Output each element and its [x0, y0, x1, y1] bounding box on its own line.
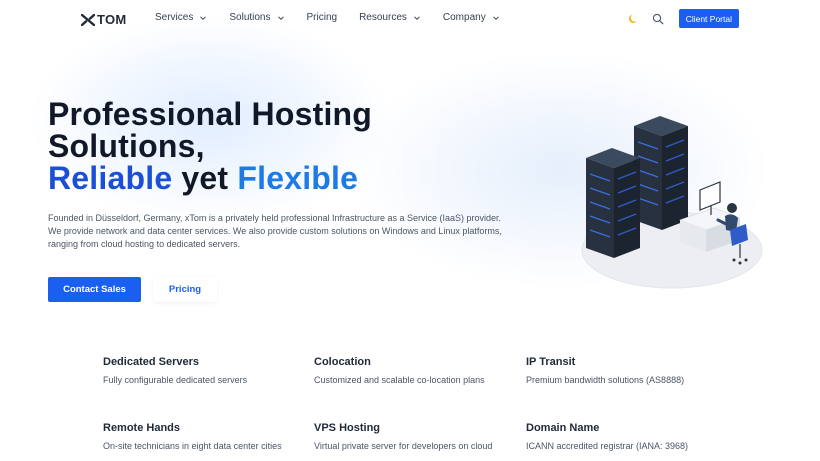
nav-solutions-label: Solutions	[229, 12, 271, 23]
service-description: Customized and scalable co-location plan…	[314, 375, 485, 385]
service-description: Virtual private server for developers on…	[314, 441, 493, 451]
search-icon	[652, 13, 664, 24]
chevron-down-icon	[492, 15, 499, 20]
service-title: VPS Hosting	[314, 422, 381, 434]
hero-title-flexible: Flexible	[237, 160, 359, 196]
nav-pricing[interactable]: Pricing	[307, 12, 338, 23]
chevron-down-icon	[277, 15, 284, 20]
service-remote-hands[interactable]: Remote Hands On-site technicians in eigh…	[103, 422, 282, 451]
chevron-down-icon	[414, 15, 420, 20]
service-title: Dedicated Servers	[103, 356, 199, 368]
nav-pricing-label: Pricing	[306, 12, 338, 23]
nav-resources-label: Resources	[359, 12, 407, 23]
moon-icon	[628, 14, 637, 23]
service-description: Fully configurable dedicated servers	[103, 375, 248, 385]
hero-title-line2: Solutions,	[48, 128, 205, 164]
top-navigation: TOM Services Solutions Pricing Resources…	[0, 0, 820, 38]
pricing-button[interactable]: Pricing	[153, 277, 217, 302]
hero-title: Professional Hosting Solutions, Reliable…	[48, 98, 372, 194]
service-description: On-site technicians in eight data center…	[103, 441, 282, 451]
service-title: Domain Name	[526, 422, 600, 434]
search-button[interactable]	[651, 12, 665, 26]
service-dedicated-servers[interactable]: Dedicated Servers Fully configurable ded…	[103, 356, 247, 385]
hero-title-line3: Reliable yet Flexible	[48, 162, 372, 194]
service-description: ICANN accredited registrar (IANA: 3968)	[526, 441, 689, 451]
nav-services-label: Services	[155, 12, 194, 23]
nav-company-label: Company	[442, 12, 486, 23]
xtom-logo[interactable]: TOM	[81, 12, 127, 27]
hero-cta-group: Contact Sales Pricing	[48, 277, 217, 302]
theme-toggle-button[interactable]	[627, 12, 641, 26]
header-tools: Client Portal	[627, 9, 739, 28]
service-domain-name[interactable]: Domain Name ICANN accredited registrar (…	[526, 422, 688, 451]
service-ip-transit[interactable]: IP Transit Premium bandwidth solutions (…	[526, 356, 684, 385]
main-menu: Services Solutions Pricing Resources Com…	[155, 12, 522, 23]
service-colocation[interactable]: Colocation Customized and scalable co-lo…	[314, 356, 485, 385]
datacenter-illustration	[581, 116, 763, 289]
hero-title-reliable: Reliable	[48, 160, 173, 196]
logo-text: TOM	[97, 12, 127, 27]
hero-title-yet: yet	[172, 160, 238, 196]
nav-services[interactable]: Services	[155, 12, 207, 23]
contact-sales-button[interactable]: Contact Sales	[48, 277, 141, 302]
nav-resources[interactable]: Resources	[359, 12, 421, 23]
hero-description: Founded in Düsseldorf, Germany, xTom is …	[48, 213, 502, 249]
service-title: Colocation	[314, 356, 371, 368]
service-title: IP Transit	[526, 356, 576, 368]
client-portal-button[interactable]: Client Portal	[678, 9, 739, 28]
service-title: Remote Hands	[103, 422, 181, 434]
chevron-down-icon	[200, 15, 207, 20]
service-vps-hosting[interactable]: VPS Hosting Virtual private server for d…	[314, 422, 492, 451]
nav-company[interactable]: Company	[443, 12, 500, 23]
hero-title-line1: Professional Hosting	[48, 96, 373, 132]
x-logo-icon	[81, 13, 95, 26]
nav-solutions[interactable]: Solutions	[229, 12, 284, 23]
service-description: Premium bandwidth solutions (AS8888)	[526, 375, 685, 385]
